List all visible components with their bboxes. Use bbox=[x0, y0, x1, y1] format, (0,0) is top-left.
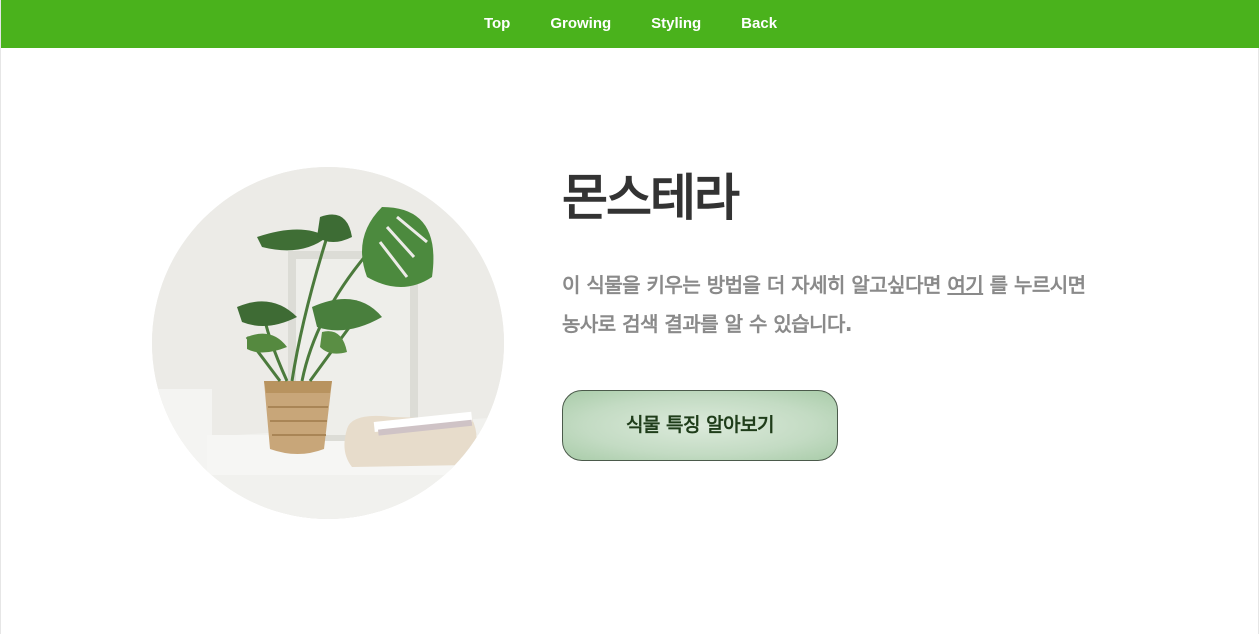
top-navbar: Top Growing Styling Back bbox=[1, 0, 1259, 48]
page: Top Growing Styling Back 몬스테라 이 식물을 키우는 … bbox=[0, 0, 1259, 634]
nav-link-back[interactable]: Back bbox=[741, 0, 777, 48]
nav-link-styling[interactable]: Styling bbox=[651, 0, 701, 48]
nav-link-top[interactable]: Top bbox=[484, 0, 510, 48]
more-info-link[interactable]: 여기 bbox=[947, 273, 983, 297]
nav-link-growing[interactable]: Growing bbox=[550, 0, 611, 48]
learn-plant-features-button[interactable]: 식물 특징 알아보기 bbox=[562, 390, 838, 461]
plant-photo-illustration bbox=[152, 167, 504, 519]
hero-text-block: 몬스테라 이 식물을 키우는 방법을 더 자세히 알고싶다면 여기 를 누르시면… bbox=[562, 160, 1122, 344]
description-text-before: 이 식물을 키우는 방법을 더 자세히 알고싶다면 bbox=[562, 273, 948, 297]
page-title: 몬스테라 bbox=[562, 169, 740, 227]
plant-description: 이 식물을 키우는 방법을 더 자세히 알고싶다면 여기 를 누르시면 농사로 … bbox=[562, 266, 1102, 344]
monstera-plant-image bbox=[152, 167, 504, 519]
